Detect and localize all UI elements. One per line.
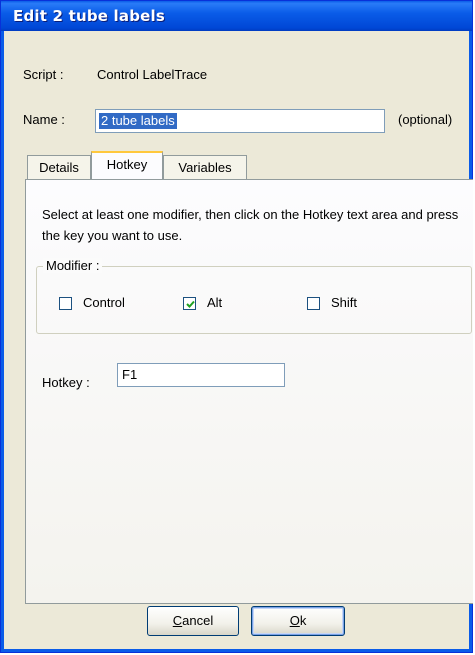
cancel-button-label: Cancel xyxy=(172,613,214,628)
hotkey-tab-panel: Select at least one modifier, then click… xyxy=(25,179,473,604)
shift-checkbox[interactable] xyxy=(307,297,320,310)
name-input[interactable]: 2 tube labels xyxy=(95,109,385,133)
tab-hotkey-label: Hotkey xyxy=(106,157,148,172)
hotkey-label: Hotkey : xyxy=(42,375,90,390)
control-checkbox-label[interactable]: Control xyxy=(83,295,125,310)
script-label: Script : xyxy=(23,67,64,82)
window-border-bottom xyxy=(1,649,472,652)
hotkey-instructions: Select at least one modifier, then click… xyxy=(42,207,459,243)
window-title: Edit 2 tube labels xyxy=(13,7,166,25)
tab-hotkey[interactable]: Hotkey xyxy=(91,151,163,179)
cancel-button[interactable]: Cancel xyxy=(147,606,239,636)
control-checkbox[interactable] xyxy=(59,297,72,310)
name-label: Name : xyxy=(23,112,65,127)
hotkey-input-value: F1 xyxy=(122,367,138,382)
modifier-group-label: Modifier : xyxy=(43,258,103,273)
name-input-selected-text: 2 tube labels xyxy=(99,113,177,129)
tab-details-label: Details xyxy=(39,160,79,175)
ok-button[interactable]: Ok xyxy=(251,606,345,636)
checkmark-icon xyxy=(186,300,195,308)
tab-variables[interactable]: Variables xyxy=(163,155,247,179)
script-value: Control LabelTrace xyxy=(97,67,208,82)
optional-note: (optional) xyxy=(398,112,453,127)
hotkey-input[interactable]: F1 xyxy=(117,363,285,387)
alt-checkbox[interactable] xyxy=(183,297,196,310)
shift-checkbox-label[interactable]: Shift xyxy=(331,295,357,310)
window-border-left xyxy=(1,31,4,652)
ok-button-label: Ok xyxy=(289,613,307,628)
title-bar[interactable]: Edit 2 tube labels xyxy=(1,1,472,31)
tab-variables-label: Variables xyxy=(178,160,232,175)
edit-tube-labels-dialog: Edit 2 tube labels Script : Control Labe… xyxy=(0,0,473,653)
tab-details[interactable]: Details xyxy=(27,155,91,179)
alt-checkbox-label[interactable]: Alt xyxy=(207,295,222,310)
modifier-groupbox: Modifier : Control Alt Shift xyxy=(36,258,472,334)
